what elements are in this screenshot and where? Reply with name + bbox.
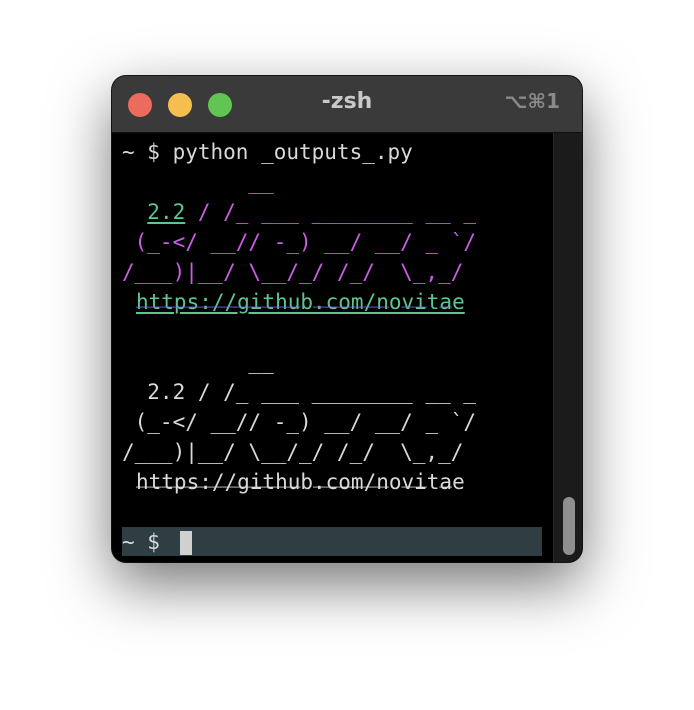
- window-shortcut: ⌥⌘1: [504, 89, 560, 113]
- shell-prompt: ~ $: [122, 530, 160, 554]
- banner-colored-underline: ‾‾‾‾‾‾‾‾‾‾‾‾‾ ‾‾‾‾‾‾ ‾‾ ‾: [136, 304, 453, 328]
- banner-plain-line-1: __: [122, 350, 274, 374]
- banner-plain-line-4: /___)|__/ \__/_/ /_/ \_,_/: [122, 440, 464, 464]
- banner-colored-line-1: __: [122, 170, 274, 194]
- banner-plain-underline: ‾‾‾‾‾‾‾‾‾‾‾‾‾ ‾‾‾‾‾‾ ‾‾ ‾: [136, 484, 453, 508]
- scrollbar-thumb[interactable]: [563, 497, 575, 555]
- text-cursor: [180, 531, 192, 555]
- terminal-window: -zsh ⌥⌘1 ~ $ python _outputs_.py __ 2.2 …: [112, 76, 582, 562]
- terminal-content[interactable]: ~ $ python _outputs_.py __ 2.2 / /_ ___ …: [112, 133, 582, 562]
- banner-colored-line-2: 2.2 / /_ ___ ________ __ _: [147, 200, 477, 224]
- command-line: ~ $ python _outputs_.py: [122, 140, 413, 164]
- banner-plain-line-3: (_-</ __// -_) __/ __/ _ `/: [122, 410, 477, 434]
- scrollbar-track[interactable]: [553, 133, 582, 562]
- version-label: 2.2: [147, 200, 186, 224]
- banner-plain-line-2: 2.2 / /_ ___ ________ __ _: [122, 380, 477, 404]
- banner-colored-line-4: /___)|__/ \__/_/ /_/ \_,_/: [122, 260, 464, 284]
- title-bar[interactable]: -zsh ⌥⌘1: [112, 76, 582, 133]
- banner-colored-line-3: (_-</ __// -_) __/ __/ _ `/: [122, 230, 477, 254]
